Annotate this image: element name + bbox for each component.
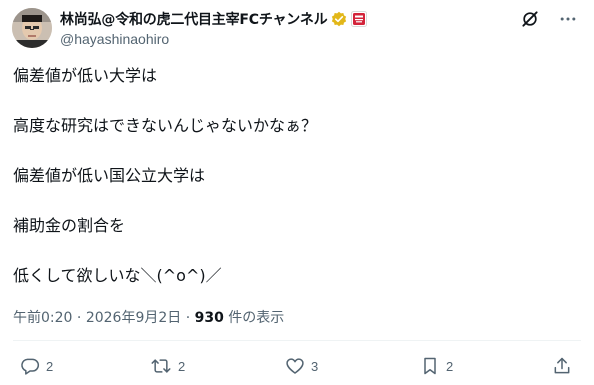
header-actions xyxy=(520,9,578,29)
action-bar: 2 2 3 2 xyxy=(0,356,594,382)
affiliation-badge-icon[interactable] xyxy=(351,11,368,27)
verified-badge-icon[interactable] xyxy=(331,11,347,27)
tweet-date[interactable]: 2026年9月2日 xyxy=(86,310,181,326)
tweet-line: 低くして欲しいな＼(^o^)／ xyxy=(13,266,222,285)
avatar[interactable] xyxy=(12,8,52,48)
reply-icon xyxy=(21,358,40,375)
bookmark-icon xyxy=(424,357,436,375)
views-count: 930 xyxy=(194,310,224,326)
share-icon xyxy=(554,357,570,374)
display-name[interactable]: 林尚弘@令和の虎二代目主宰FCチャンネル xyxy=(60,9,328,29)
like-button[interactable]: 3 xyxy=(285,356,318,376)
avatar-image xyxy=(12,8,52,48)
bookmark-button[interactable]: 2 xyxy=(420,356,453,376)
views-label: 件の表示 xyxy=(223,310,285,326)
tweet-line: 補助金の割合を xyxy=(13,216,126,235)
meta-separator: · xyxy=(181,310,195,326)
grok-icon[interactable] xyxy=(520,9,540,29)
reply-button[interactable]: 2 xyxy=(20,356,53,376)
tweet-text: 偏差値が低い大学は 高度な研究はできないんじゃないかなぁ？ 偏差値が低い国公立大… xyxy=(13,64,573,288)
more-icon[interactable] xyxy=(558,9,578,29)
heart-icon xyxy=(286,358,304,374)
tweet-line: 偏差値が低い国公立大学は xyxy=(13,166,206,185)
share-button[interactable] xyxy=(552,356,572,376)
divider xyxy=(13,340,581,341)
tweet-line: 偏差値が低い大学は xyxy=(13,66,158,85)
like-count: 3 xyxy=(311,358,319,374)
author-handle[interactable]: @hayashinaohiro xyxy=(60,31,169,47)
reply-count: 2 xyxy=(46,358,54,374)
retweet-icon xyxy=(151,359,171,373)
tweet-meta: 午前0:20 · 2026年9月2日 · 930 件の表示 xyxy=(13,307,284,327)
tweet-time[interactable]: 午前0:20 xyxy=(13,310,72,326)
author-name-row: 林尚弘@令和の虎二代目主宰FCチャンネル xyxy=(60,9,368,29)
bookmark-count: 2 xyxy=(446,358,454,374)
retweet-count: 2 xyxy=(178,358,186,374)
retweet-button[interactable]: 2 xyxy=(150,356,185,376)
tweet-line: 高度な研究はできないんじゃないかなぁ？ xyxy=(13,116,318,135)
meta-separator: · xyxy=(72,310,86,326)
